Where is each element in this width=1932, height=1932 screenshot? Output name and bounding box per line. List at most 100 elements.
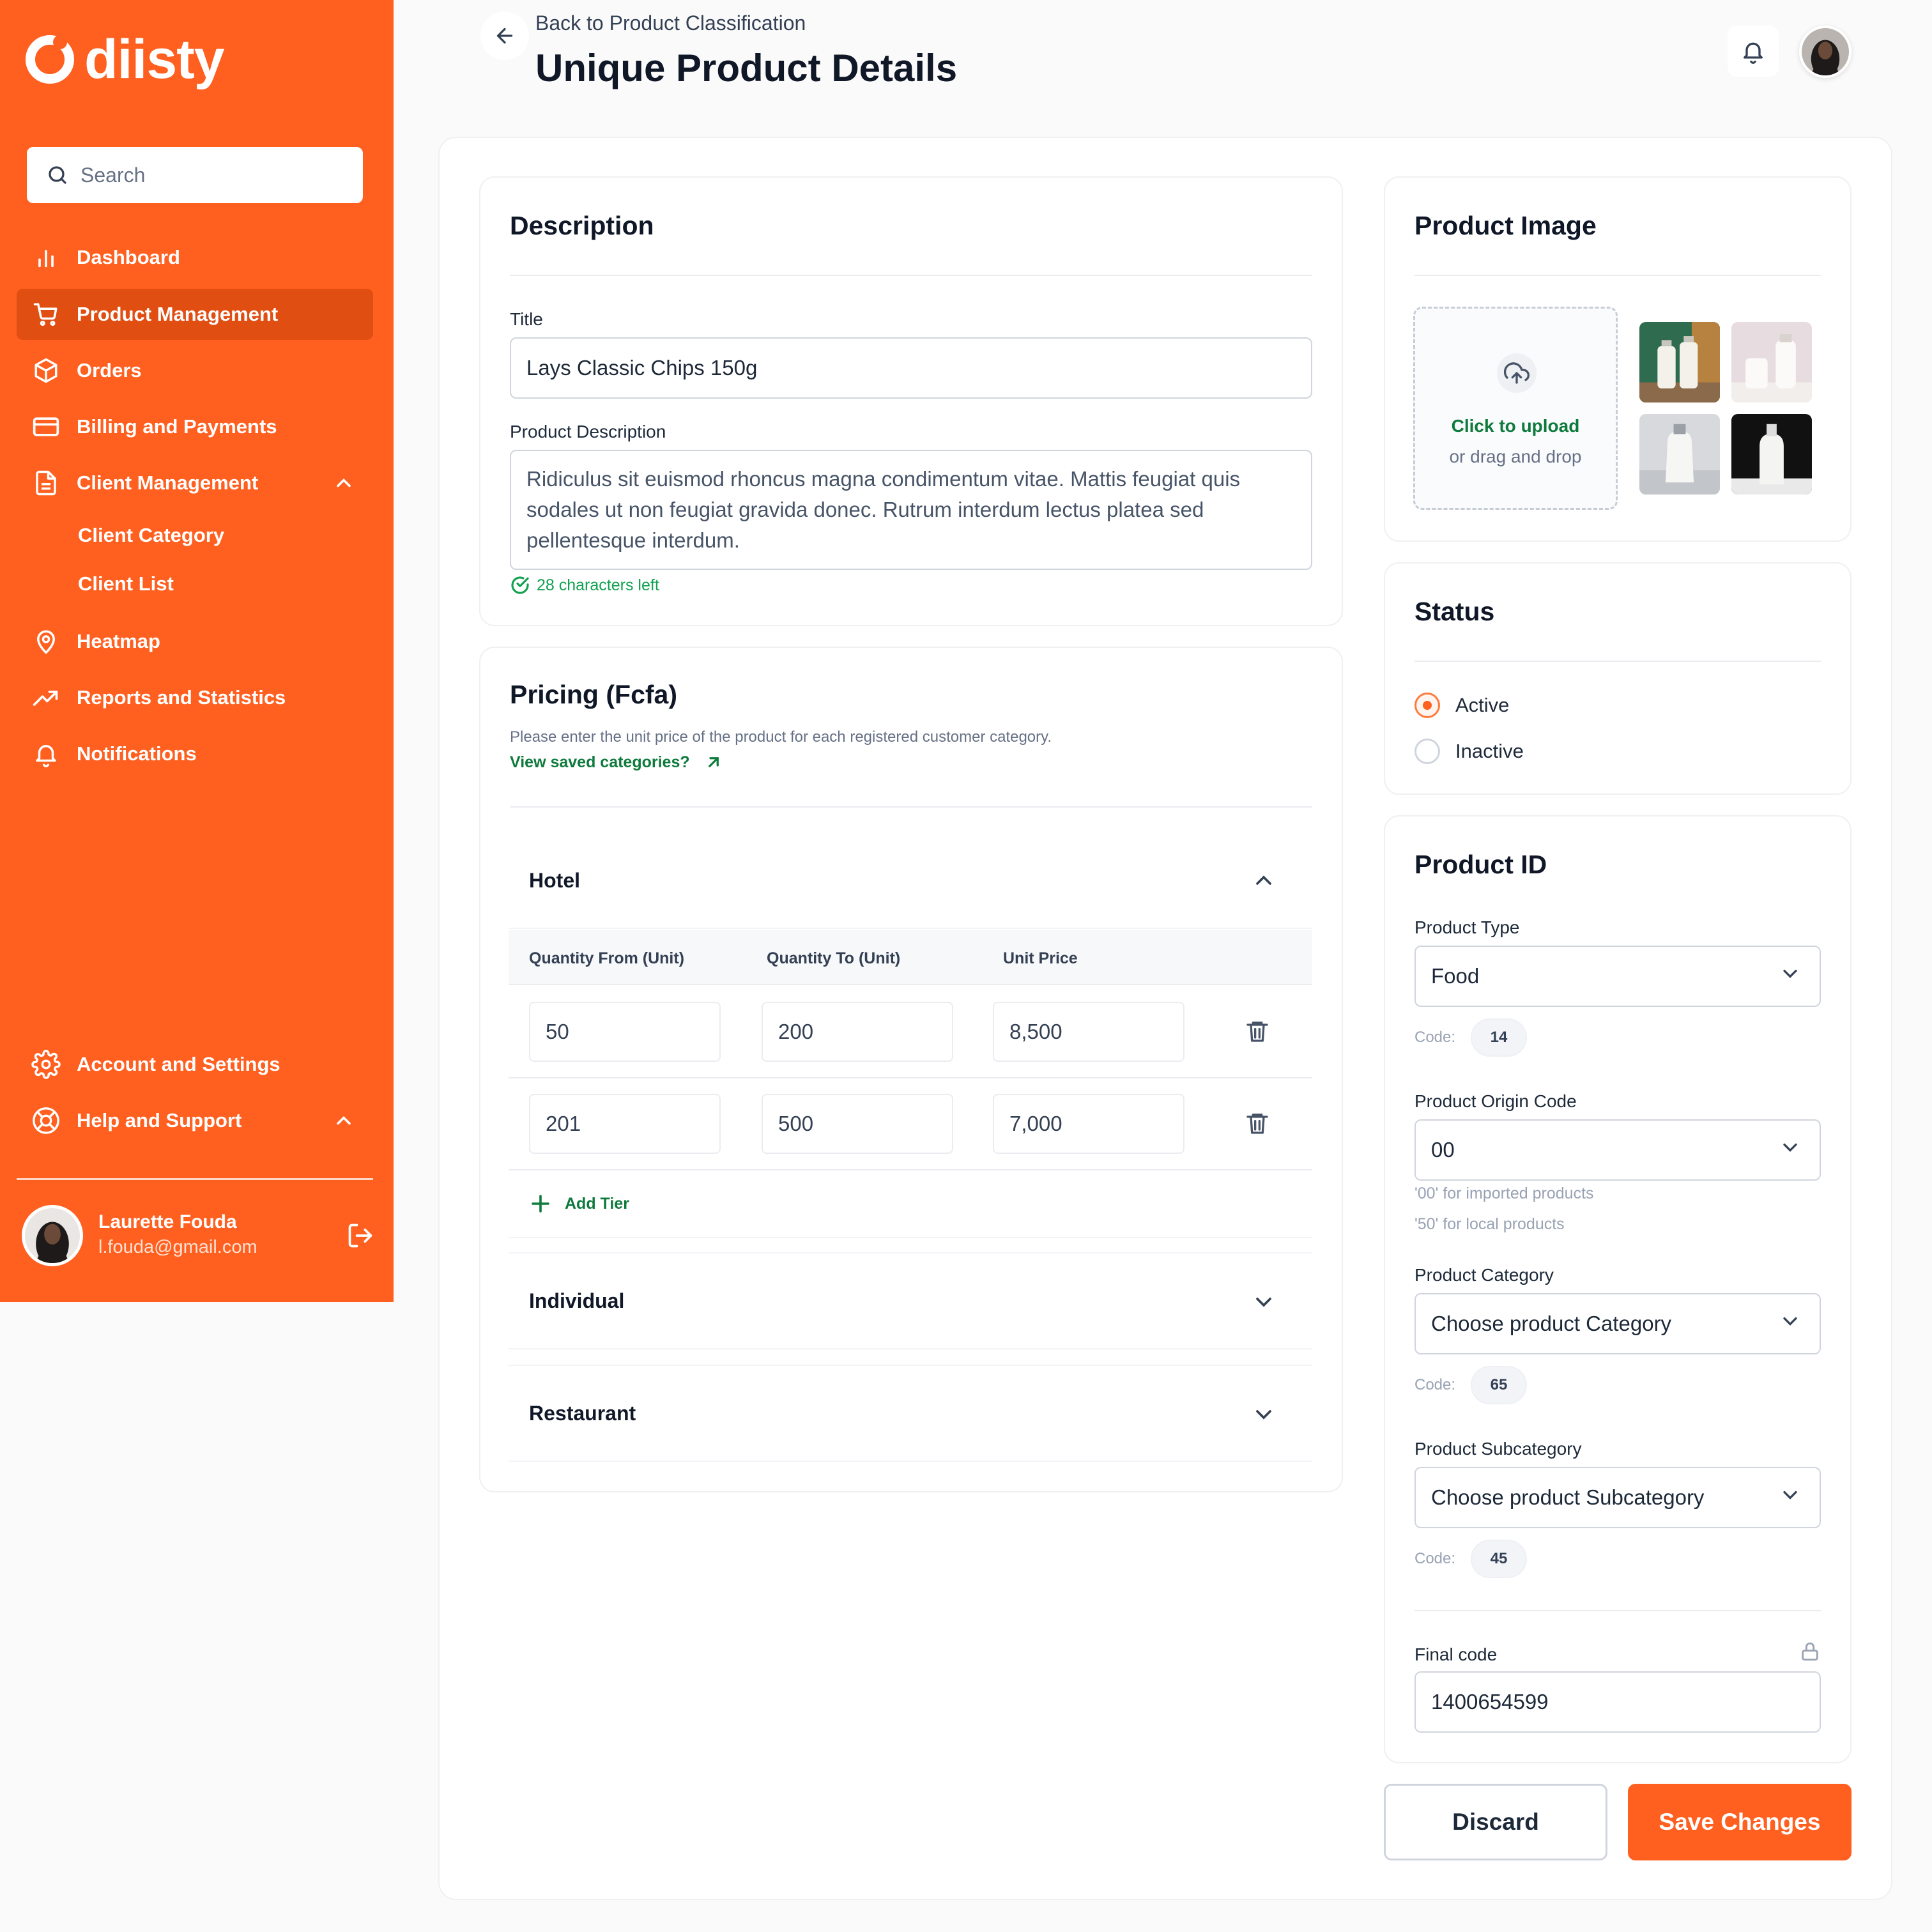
tier-price-input[interactable]: [993, 1002, 1184, 1062]
sidebar-sub-client-list[interactable]: Client List: [78, 572, 174, 595]
user-email: l.fouda@gmail.com: [98, 1237, 257, 1257]
avatar[interactable]: [22, 1205, 83, 1266]
logout-icon[interactable]: [346, 1222, 374, 1253]
nav-client-management[interactable]: Client Management: [17, 457, 373, 509]
search-box[interactable]: [27, 147, 363, 203]
view-saved-categories-link[interactable]: View saved categories?: [510, 753, 723, 772]
tier-price-input[interactable]: [993, 1094, 1184, 1154]
sidebar-sub-client-category[interactable]: Client Category: [78, 524, 224, 547]
radio-label-active[interactable]: Active: [1455, 694, 1509, 717]
pricing-group-restaurant[interactable]: Restaurant: [509, 1365, 1312, 1462]
card-icon: [31, 411, 61, 442]
description-textarea[interactable]: Ridiculus sit euismod rhoncus magna cond…: [526, 464, 1296, 556]
tier-price-value[interactable]: [1009, 1020, 1183, 1044]
description-textarea-box[interactable]: Ridiculus sit euismod rhoncus magna cond…: [510, 450, 1312, 570]
radio-label-inactive[interactable]: Inactive: [1455, 740, 1524, 763]
chevron-up-icon[interactable]: [332, 1109, 355, 1137]
nav-label: Dashboard: [77, 246, 180, 268]
back-button[interactable]: [480, 12, 529, 60]
divider: [510, 806, 1312, 808]
nav-label: Notifications: [77, 742, 197, 765]
chevron-up-icon[interactable]: [332, 471, 355, 500]
tier-to-value[interactable]: [778, 1112, 952, 1136]
breadcrumb[interactable]: Back to Product Classification: [535, 12, 806, 35]
pricing-group-hotel[interactable]: Hotel: [509, 837, 1312, 929]
char-counter: 28 characters left: [510, 575, 659, 595]
save-changes-button[interactable]: Save Changes: [1628, 1784, 1851, 1860]
origin-code-select[interactable]: 00: [1414, 1119, 1821, 1181]
chevron-down-icon[interactable]: [1251, 1289, 1276, 1318]
product-id-heading: Product ID: [1414, 850, 1547, 879]
product-thumbnail[interactable]: [1639, 414, 1720, 494]
nav-label: Heatmap: [77, 630, 160, 652]
cart-icon: [31, 299, 61, 330]
cloud-upload-icon: [1504, 362, 1529, 384]
link-text: View saved categories?: [510, 753, 690, 771]
tier-from-input[interactable]: [529, 1002, 721, 1062]
nav-reports[interactable]: Reports and Statistics: [17, 672, 373, 723]
nav-label: Orders: [77, 359, 142, 381]
notifications-button[interactable]: [1728, 26, 1779, 77]
origin-code-label: Product Origin Code: [1414, 1091, 1577, 1111]
tier-from-input[interactable]: [529, 1094, 721, 1154]
user-profile[interactable]: Laurette Fouda l.fouda@gmail.com: [22, 1204, 379, 1268]
status-heading: Status: [1414, 597, 1495, 626]
select-value: Food: [1431, 964, 1480, 988]
product-type-select[interactable]: Food: [1414, 946, 1821, 1007]
product-thumbnail[interactable]: [1639, 322, 1720, 402]
col-quantity-from: Quantity From (Unit): [529, 949, 685, 967]
tier-to-input[interactable]: [762, 1002, 953, 1062]
tier-price-value[interactable]: [1009, 1112, 1183, 1136]
tier-from-value[interactable]: [546, 1020, 719, 1044]
divider: [510, 275, 1312, 276]
header-avatar[interactable]: [1799, 26, 1851, 78]
document-icon: [31, 468, 61, 498]
sidebar: diisty Dashboard Product Management Orde…: [0, 0, 394, 1302]
arrow-up-right-icon: [708, 757, 719, 767]
trash-icon[interactable]: [1245, 1018, 1270, 1047]
final-code-field: 1400654599: [1414, 1671, 1821, 1733]
product-thumbnail[interactable]: [1731, 322, 1812, 402]
group-title: Hotel: [529, 869, 580, 892]
pricing-subtitle: Please enter the unit price of the produ…: [510, 728, 1052, 746]
product-description-label: Product Description: [510, 422, 666, 441]
product-thumbnail[interactable]: [1731, 414, 1812, 494]
nav-billing[interactable]: Billing and Payments: [17, 401, 373, 452]
chevron-down-icon: [1779, 1136, 1802, 1164]
nav-product-management[interactable]: Product Management: [17, 289, 373, 340]
tier-to-value[interactable]: [778, 1020, 952, 1044]
subcategory-label: Product Subcategory: [1414, 1439, 1582, 1459]
nav-dashboard[interactable]: Dashboard: [17, 232, 373, 283]
title-field[interactable]: [510, 337, 1312, 399]
nav-heatmap[interactable]: Heatmap: [17, 616, 373, 667]
col-unit-price: Unit Price: [1003, 949, 1078, 967]
trash-icon[interactable]: [1245, 1110, 1270, 1139]
tier-to-input[interactable]: [762, 1094, 953, 1154]
subcategory-code-badge: 45: [1471, 1540, 1527, 1578]
nav-help-support[interactable]: Help and Support: [17, 1095, 373, 1146]
search-input[interactable]: [80, 163, 349, 187]
nav-account-settings[interactable]: Account and Settings: [17, 1039, 373, 1090]
chevron-down-icon[interactable]: [1251, 1402, 1276, 1430]
radio-active[interactable]: [1414, 693, 1440, 718]
tier-from-value[interactable]: [546, 1112, 719, 1136]
pricing-heading: Pricing (Fcfa): [510, 680, 677, 709]
final-code-value: 1400654599: [1431, 1690, 1549, 1713]
chevron-up-icon[interactable]: [1251, 868, 1276, 896]
upload-dropzone[interactable]: Click to upload or drag and drop: [1413, 307, 1618, 510]
discard-button[interactable]: Discard: [1384, 1784, 1607, 1860]
chevron-down-icon: [1779, 1310, 1802, 1338]
nav-notifications[interactable]: Notifications: [17, 728, 373, 779]
radio-inactive[interactable]: [1414, 739, 1440, 764]
subcategory-select[interactable]: Choose product Subcategory: [1414, 1467, 1821, 1528]
nav-orders[interactable]: Orders: [17, 345, 373, 396]
category-select[interactable]: Choose product Category: [1414, 1293, 1821, 1354]
brand-logo[interactable]: diisty: [26, 31, 225, 88]
origin-hint-local: '50' for local products: [1414, 1215, 1565, 1233]
add-tier-button[interactable]: Add Tier: [529, 1192, 629, 1215]
title-input[interactable]: [526, 356, 1311, 380]
col-quantity-to: Quantity To (Unit): [767, 949, 901, 967]
divider: [1414, 1610, 1821, 1611]
pricing-group-individual[interactable]: Individual: [509, 1252, 1312, 1349]
nav-label: Billing and Payments: [77, 415, 277, 438]
